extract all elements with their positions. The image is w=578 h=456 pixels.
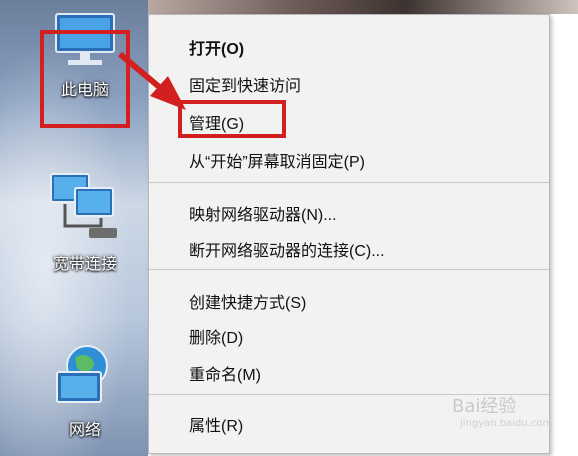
watermark: Bai经验 jingyan.baidu.com	[452, 392, 552, 429]
watermark-subtext: jingyan.baidu.com	[460, 418, 553, 429]
annotation-arrow-icon	[118, 51, 186, 110]
watermark-text: Bai经验	[452, 396, 517, 417]
